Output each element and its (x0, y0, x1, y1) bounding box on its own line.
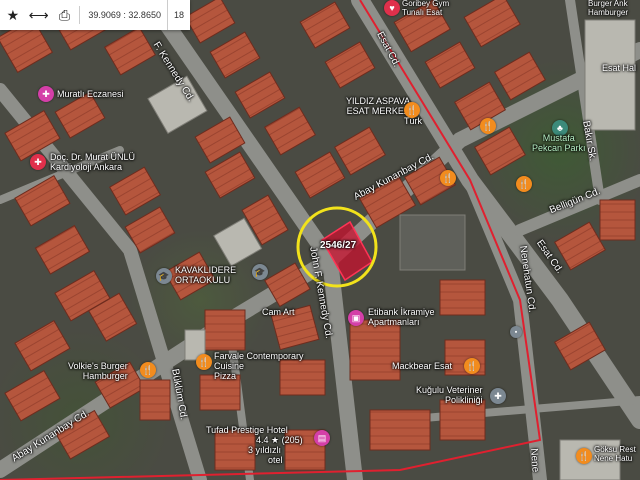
poi-tufad-sub2: otel (268, 454, 283, 465)
poi-gym[interactable]: Goribey Gym Tunalı Esat (402, 0, 449, 18)
vet-pin-icon[interactable]: ✚ (490, 388, 506, 404)
parcel-label[interactable]: 2546/27 (320, 240, 356, 251)
poi-farvale-sub: Pizza (214, 370, 237, 381)
poi-school-line2: ORTAOKULU (175, 274, 231, 285)
poi-esat-hal[interactable]: Esat Hal (602, 63, 636, 74)
printer-icon[interactable]: ⎙ (52, 0, 78, 30)
zoom-level: 18 (166, 0, 190, 30)
clinic-pin-icon[interactable]: ✚ (30, 154, 46, 170)
school-pin-icon[interactable]: 🎓 (252, 264, 268, 280)
poi-volkies[interactable]: Volkie's Burger Hamburger (68, 361, 128, 382)
poi-park[interactable]: Mustafa Pekcan Parkı (532, 133, 586, 154)
restaurant-pin-icon[interactable]: 🍴 (576, 448, 592, 464)
transit-stop-icon[interactable]: ▪ (510, 326, 522, 338)
poi-camart[interactable]: Cam Art (262, 307, 295, 318)
poi-goksu-line2: Nene Hatu (594, 453, 633, 463)
building-pin-icon[interactable]: ▣ (348, 310, 364, 326)
poi-gym-line2: Tunalı Esat (402, 7, 443, 17)
map-toolbar: ★ ⟷ ⎙ 39.9069 : 32.8650 18 (0, 0, 190, 30)
poi-mackbear[interactable]: Mackbear Esat (392, 361, 452, 372)
poi-burger[interactable]: Burger Ank Hamburger (588, 0, 628, 18)
poi-volkies-sub: Hamburger (82, 370, 128, 381)
restaurant-pin-icon[interactable]: 🍴 (140, 362, 156, 378)
poi-farvale[interactable]: Farvale Contemporary Cuisine Pizza (214, 351, 304, 382)
poi-etibank-line2: Apartmanları (368, 316, 420, 327)
arrows-horizontal-icon[interactable]: ⟷ (26, 0, 52, 30)
poi-park-line2: Pekcan Parkı (532, 142, 586, 153)
poi-doctor[interactable]: Doç. Dr. Murat ÜNLÜ Kardiyoloji Ankara (50, 152, 135, 173)
poi-kugulu-line2: Polikliniği (445, 394, 483, 405)
restaurant-pin-icon[interactable]: 🍴 (440, 170, 456, 186)
street-label-nenehatun-bottom: Nene (528, 448, 541, 473)
restaurant-pin-icon[interactable]: 🍴 (404, 102, 420, 118)
restaurant-pin-icon[interactable]: 🍴 (480, 118, 496, 134)
poi-tufad[interactable]: Tufad Prestige Hotel 4.4 ★ (205) 3 yıldı… (206, 425, 303, 466)
poi-kugulu[interactable]: Kuğulu Veteriner Polikliniği (416, 385, 483, 406)
map-canvas[interactable]: 2546/27 F. Kennedy Cd. John F. Kennedy C… (0, 0, 640, 480)
hotel-pin-icon[interactable]: ▤ (314, 430, 330, 446)
poi-goksu[interactable]: Göksu Rest Nene Hatu (594, 445, 636, 464)
school-pin-icon[interactable]: 🎓 (156, 268, 172, 284)
coordinate-readout: 39.9069 : 32.8650 (88, 10, 161, 20)
poi-etibank[interactable]: Etibank İkramiye Apartmanları (368, 307, 435, 328)
restaurant-pin-icon[interactable]: 🍴 (196, 354, 212, 370)
gym-pin-icon[interactable]: ♥ (384, 0, 400, 16)
restaurant-pin-icon[interactable]: 🍴 (464, 358, 480, 374)
star-icon[interactable]: ★ (0, 0, 26, 30)
poi-burger-sub: Hamburger (588, 7, 629, 17)
poi-school[interactable]: KAVAKLIDERE ORTAOKULU (175, 265, 236, 286)
poi-yildiz-sub: Türk (404, 115, 422, 126)
pharmacy-pin-icon[interactable]: ✚ (38, 86, 54, 102)
restaurant-pin-icon[interactable]: 🍴 (516, 176, 532, 192)
toolbar-divider (79, 6, 81, 24)
poi-murati[interactable]: Muratlı Eczanesi (57, 89, 124, 100)
poi-doctor-line2: Kardiyoloji Ankara (50, 161, 123, 172)
